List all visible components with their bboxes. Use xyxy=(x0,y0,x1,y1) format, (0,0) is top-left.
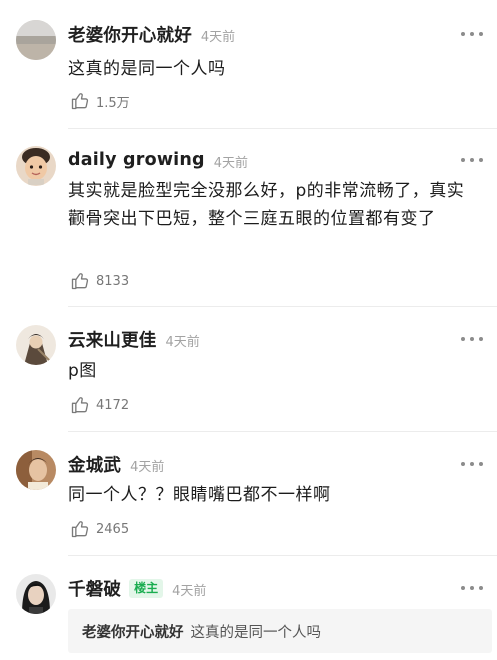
user-avatar[interactable] xyxy=(16,325,56,365)
like-button[interactable]: 2465 xyxy=(70,518,129,540)
thumbs-up-icon xyxy=(71,273,89,290)
quote-author: 老婆你开心就好 xyxy=(82,624,184,641)
timestamp: 4天前 xyxy=(130,459,165,475)
like-button[interactable]: 4172 xyxy=(70,394,129,416)
divider xyxy=(68,128,497,129)
comment-header: 金城武 4天前 xyxy=(68,452,164,476)
comment-header: 云来山更佳 4天前 xyxy=(68,327,200,351)
thumbs-up-icon xyxy=(71,93,89,110)
timestamp: 4天前 xyxy=(165,334,200,350)
divider xyxy=(68,555,497,556)
comment-text: 这真的是同一个人吗 xyxy=(68,59,226,79)
comment-text: 其实就是脸型完全没那么好，p的非常流畅了，真实颧骨突出下巴短，整个三庭五眼的位置… xyxy=(68,181,465,229)
illustrated-figure-avatar-icon xyxy=(16,325,56,365)
like-count: 1.5万 xyxy=(96,95,130,111)
child-face-avatar-icon xyxy=(16,146,56,186)
user-avatar[interactable] xyxy=(16,146,56,186)
dark-hair-avatar-icon xyxy=(16,574,56,614)
more-options-icon[interactable] xyxy=(461,27,483,41)
more-options-icon[interactable] xyxy=(461,457,483,471)
username[interactable]: 云来山更佳 xyxy=(68,327,157,352)
comment-text: p图 xyxy=(68,361,97,381)
like-count: 8133 xyxy=(96,273,130,289)
thumbs-up-icon xyxy=(71,397,89,414)
username[interactable]: daily growing xyxy=(68,150,205,170)
username[interactable]: 老婆你开心就好 xyxy=(68,22,192,47)
thumbs-up-icon xyxy=(71,521,89,538)
comment-text: 同一个人？？眼睛嘴巴都不一样啊 xyxy=(68,485,331,505)
divider xyxy=(68,431,497,432)
quoted-comment[interactable]: 老婆你开心就好 这真的是同一个人吗 xyxy=(68,609,492,653)
timestamp: 4天前 xyxy=(172,583,207,599)
user-avatar[interactable] xyxy=(16,574,56,614)
comment-header: 老婆你开心就好 4天前 xyxy=(68,22,235,46)
portrait-avatar-icon xyxy=(16,450,56,490)
more-options-icon[interactable] xyxy=(461,332,483,346)
quote-text: 这真的是同一个人吗 xyxy=(190,624,322,641)
like-count: 2465 xyxy=(96,521,130,537)
beach-photo-avatar-icon xyxy=(16,20,56,60)
more-options-icon[interactable] xyxy=(461,581,483,595)
username[interactable]: 金城武 xyxy=(68,452,121,477)
timestamp: 4天前 xyxy=(213,155,249,171)
more-options-icon[interactable] xyxy=(461,153,483,167)
divider xyxy=(68,306,497,307)
like-count: 4172 xyxy=(96,397,130,413)
user-avatar[interactable] xyxy=(16,450,56,490)
like-button[interactable]: 1.5万 xyxy=(70,90,130,112)
comment-header: 千磐破 楼主 4天前 xyxy=(68,576,206,600)
like-button[interactable]: 8133 xyxy=(70,270,129,292)
user-avatar[interactable] xyxy=(16,20,56,60)
comment-header: daily growing 4天前 xyxy=(68,148,248,172)
username[interactable]: 千磐破 xyxy=(68,576,121,601)
timestamp: 4天前 xyxy=(200,29,236,45)
op-badge: 楼主 xyxy=(129,578,164,598)
